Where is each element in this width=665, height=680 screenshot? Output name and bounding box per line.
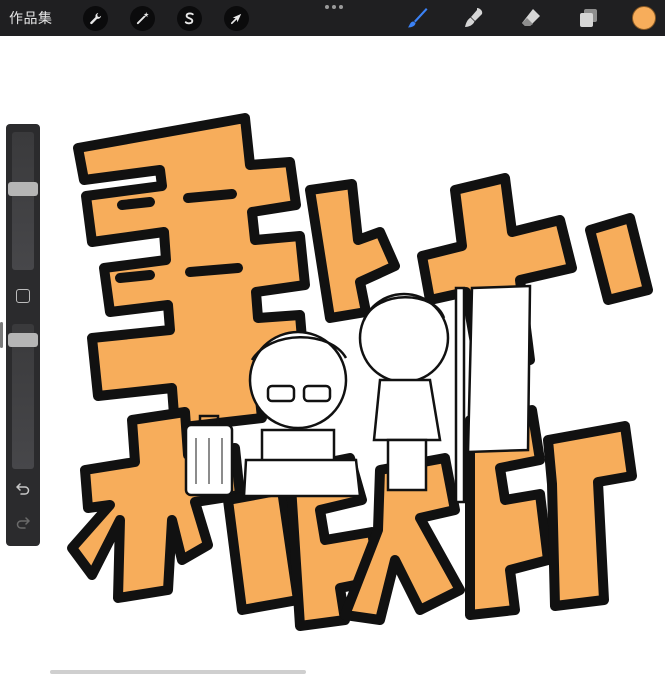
undo-icon: [16, 483, 30, 495]
brush-icon: [408, 8, 428, 28]
eraser-icon: [522, 9, 540, 26]
gallery-button[interactable]: 作品集: [9, 8, 53, 28]
redo-icon: [16, 517, 30, 529]
layers-icon: [580, 9, 597, 27]
smudge-tool-button[interactable]: [461, 5, 487, 31]
transform-button[interactable]: [224, 6, 249, 31]
arrow-cursor-icon: [230, 13, 242, 25]
home-indicator: [50, 670, 306, 674]
smudge-icon: [465, 8, 483, 27]
brush-size-slider[interactable]: [12, 132, 34, 270]
selection-button[interactable]: [177, 6, 202, 31]
brush-tool-button[interactable]: [404, 5, 430, 31]
modify-button[interactable]: [16, 289, 30, 303]
brush-size-handle[interactable]: [8, 182, 38, 196]
more-options-icon[interactable]: [325, 5, 343, 9]
brush-sidebar: [6, 124, 40, 546]
artwork-illustration: [67, 113, 653, 631]
sidebar-edge-handle[interactable]: [0, 322, 3, 348]
suitcase: [184, 414, 234, 497]
magic-wand-icon: [136, 11, 149, 25]
color-picker-button[interactable]: [632, 6, 656, 30]
title-lettering: [67, 113, 653, 631]
eraser-tool-button[interactable]: [518, 5, 544, 31]
layers-button[interactable]: [575, 5, 601, 31]
undo-button[interactable]: [14, 480, 32, 498]
wrench-icon: [90, 12, 102, 25]
opacity-handle[interactable]: [8, 333, 38, 347]
actions-button[interactable]: [83, 6, 108, 31]
top-toolbar: 作品集: [0, 0, 665, 36]
selection-s-icon: [184, 12, 194, 25]
redo-button[interactable]: [14, 514, 32, 532]
adjustments-button[interactable]: [130, 6, 155, 31]
drawing-canvas[interactable]: [0, 36, 665, 680]
